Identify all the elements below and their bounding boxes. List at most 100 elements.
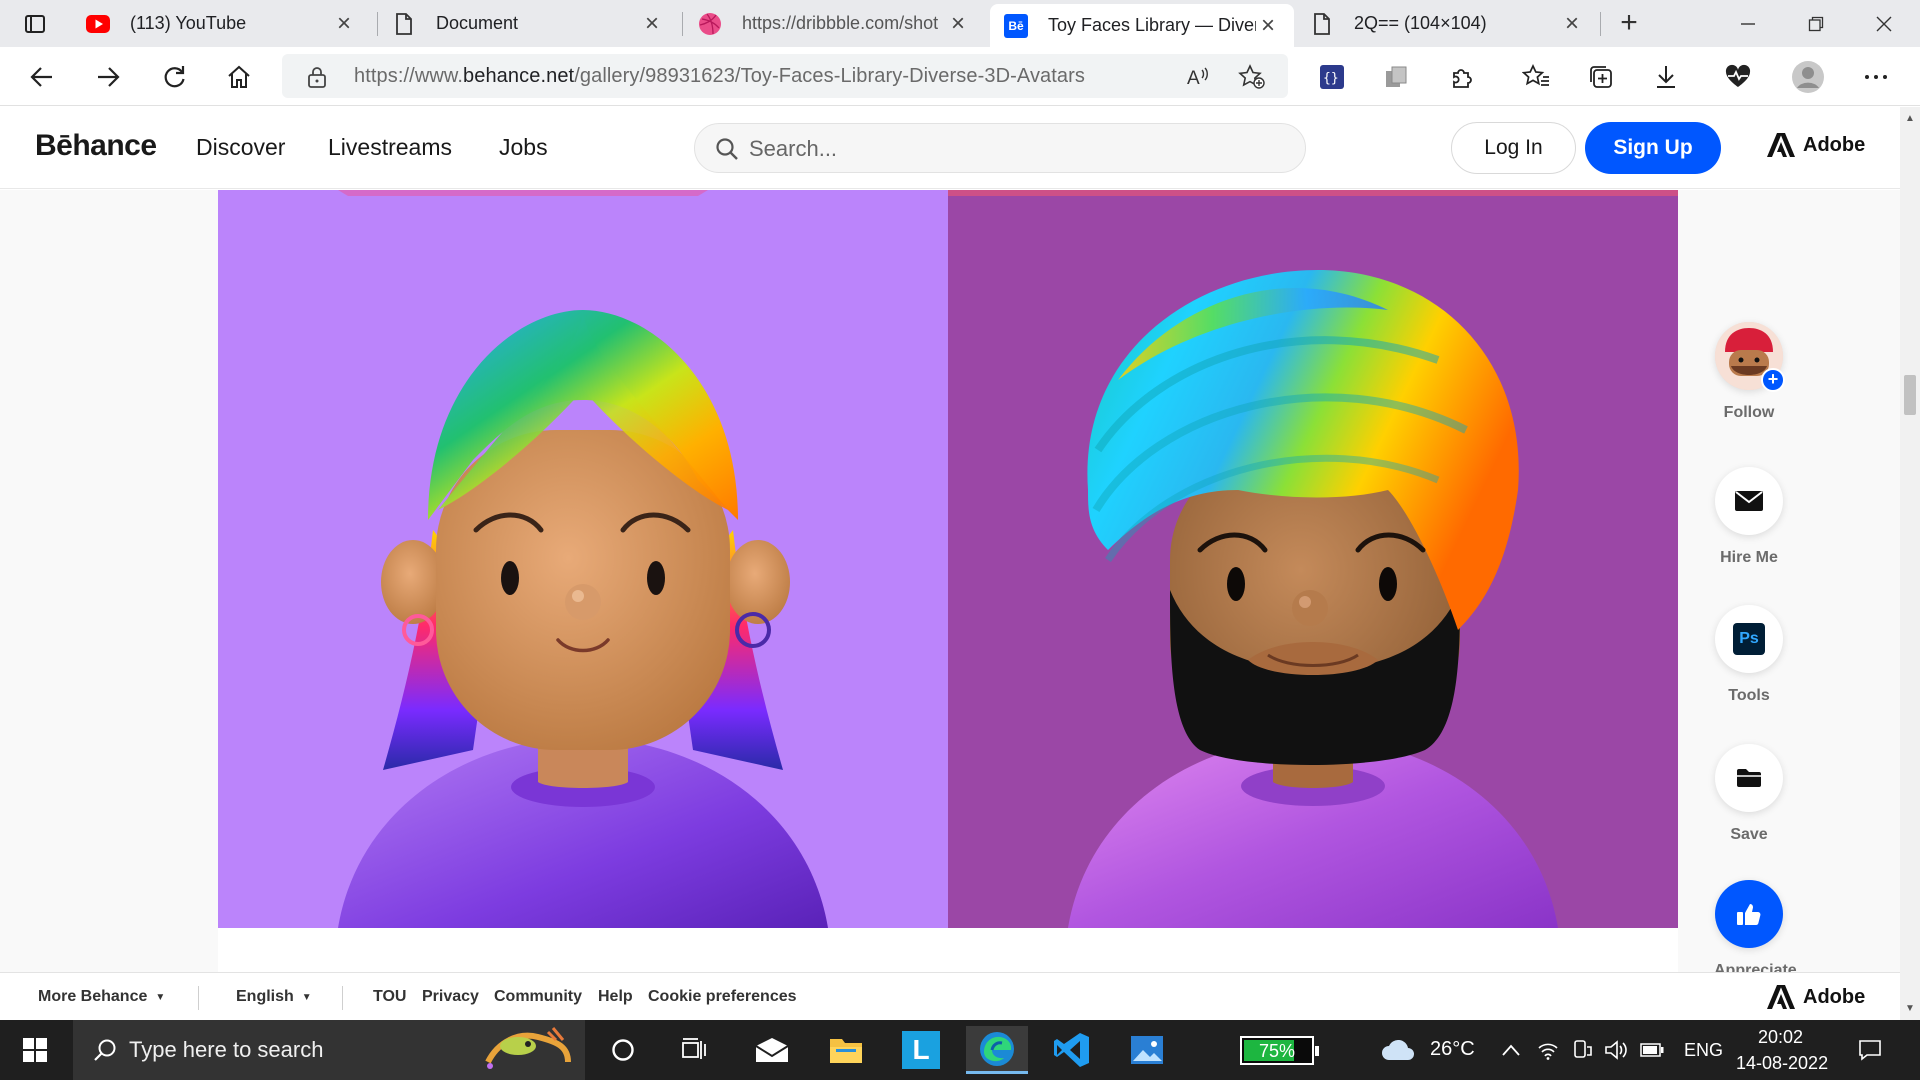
- appreciate-action[interactable]: Appreciate: [1714, 880, 1797, 972]
- browser-tab[interactable]: Document ×: [378, 0, 678, 47]
- behance-icon: Bē: [1004, 13, 1028, 38]
- start-button[interactable]: [0, 1020, 70, 1080]
- close-icon[interactable]: ×: [332, 10, 356, 37]
- close-icon[interactable]: ×: [1560, 10, 1584, 37]
- language-selector[interactable]: English ▼: [236, 988, 312, 1006]
- cortana-button[interactable]: [592, 1026, 654, 1074]
- svg-text:A: A: [1187, 68, 1200, 89]
- footer-link-community[interactable]: Community: [494, 988, 582, 1006]
- scroll-down-icon[interactable]: ▼: [1905, 1003, 1915, 1014]
- task-view-button[interactable]: [663, 1026, 725, 1074]
- arrow-right-icon: [98, 67, 120, 87]
- creator-avatar[interactable]: +: [1715, 322, 1785, 392]
- taskbar-search[interactable]: Type here to search: [73, 1020, 585, 1080]
- browser-essentials-button[interactable]: [1718, 57, 1758, 97]
- footer-link-help[interactable]: Help: [598, 988, 633, 1006]
- photos-app[interactable]: [1116, 1026, 1178, 1074]
- footer-separator: [342, 986, 343, 1010]
- favorites-button[interactable]: [1516, 57, 1556, 97]
- battery-icon[interactable]: [1640, 1038, 1664, 1062]
- tab-separator: [682, 12, 683, 36]
- mail-app[interactable]: [741, 1026, 803, 1074]
- weather-temperature[interactable]: 26°C: [1430, 1038, 1475, 1061]
- login-button[interactable]: Log In: [1451, 122, 1576, 174]
- clock-date[interactable]: 14-08-2022: [1736, 1053, 1828, 1074]
- project-image-right[interactable]: [948, 190, 1678, 928]
- footer-link-tou[interactable]: TOU: [373, 988, 406, 1006]
- battery-meter-widget[interactable]: 75%: [1240, 1036, 1319, 1065]
- notifications-icon[interactable]: [1858, 1038, 1882, 1062]
- footer-link-privacy[interactable]: Privacy: [422, 988, 479, 1006]
- more-behance-menu[interactable]: More Behance ▼: [38, 988, 165, 1006]
- browser-tab-active[interactable]: Bē Toy Faces Library — Divers ×: [990, 4, 1294, 47]
- downloads-button[interactable]: [1646, 57, 1686, 97]
- vscode-app[interactable]: [1041, 1026, 1103, 1074]
- nav-livestreams[interactable]: Livestreams: [328, 134, 452, 161]
- close-icon[interactable]: ×: [946, 10, 970, 37]
- search-icon: [716, 138, 738, 160]
- close-window-button[interactable]: [1850, 0, 1918, 47]
- dribbble-icon: [698, 12, 722, 36]
- scroll-thumb[interactable]: [1904, 375, 1916, 415]
- hire-me-button[interactable]: [1715, 467, 1783, 535]
- close-icon: [1876, 16, 1892, 31]
- caret-down-icon: ▼: [155, 991, 166, 1003]
- signup-button[interactable]: Sign Up: [1585, 122, 1721, 174]
- back-button[interactable]: [22, 57, 62, 97]
- add-favorite-icon[interactable]: [1237, 62, 1267, 92]
- extensions-button[interactable]: [1442, 57, 1482, 97]
- cloud-weather-icon[interactable]: [1380, 1036, 1416, 1064]
- page-scrollbar[interactable]: ▲ ▼: [1900, 107, 1920, 1020]
- appreciate-button[interactable]: [1715, 880, 1783, 948]
- clock-time[interactable]: 20:02: [1758, 1027, 1803, 1048]
- avatar-woman-illustration: [338, 190, 828, 928]
- edge-app[interactable]: [966, 1026, 1028, 1074]
- behance-logo[interactable]: Bēhance: [35, 129, 157, 163]
- home-button[interactable]: [219, 57, 259, 97]
- scroll-up-icon[interactable]: ▲: [1905, 113, 1915, 124]
- forward-button[interactable]: [88, 57, 128, 97]
- url-text[interactable]: https://www.behance.net/gallery/98931623…: [354, 65, 1085, 88]
- input-language[interactable]: ENG: [1684, 1040, 1723, 1061]
- tools-button[interactable]: Ps: [1715, 605, 1783, 673]
- browser-tab[interactable]: (113) YouTube ×: [72, 0, 370, 47]
- tools-action[interactable]: Ps Tools: [1714, 605, 1784, 705]
- file-explorer-app[interactable]: [815, 1026, 877, 1074]
- address-bar[interactable]: https://www.behance.net/gallery/98931623…: [282, 54, 1288, 98]
- json-extension-icon: {}: [1320, 65, 1344, 89]
- minimize-button[interactable]: [1714, 0, 1782, 47]
- chevron-up-icon[interactable]: [1499, 1038, 1523, 1062]
- close-icon[interactable]: ×: [640, 10, 664, 37]
- footer-link-cookie-preferences[interactable]: Cookie preferences: [648, 988, 797, 1006]
- read-aloud-icon[interactable]: A: [1184, 62, 1214, 92]
- tab-actions-button[interactable]: [14, 9, 56, 39]
- footer-separator: [198, 986, 199, 1010]
- extension-button[interactable]: [1376, 57, 1416, 97]
- save-action[interactable]: Save: [1714, 744, 1784, 844]
- browser-toolbar: https://www.behance.net/gallery/98931623…: [0, 47, 1920, 106]
- hire-me-action[interactable]: Hire Me: [1714, 467, 1784, 567]
- adobe-link[interactable]: Adobe: [1767, 133, 1865, 157]
- browser-tab[interactable]: https://dribbble.com/shot ×: [684, 0, 984, 47]
- search-input[interactable]: [749, 132, 1269, 166]
- profile-button[interactable]: [1788, 57, 1828, 97]
- volume-icon[interactable]: [1604, 1038, 1628, 1062]
- refresh-button[interactable]: [154, 57, 194, 97]
- footer-adobe-link[interactable]: Adobe: [1767, 985, 1865, 1009]
- close-icon[interactable]: ×: [1256, 12, 1280, 39]
- new-tab-button[interactable]: +: [1612, 8, 1646, 40]
- document-icon: [1310, 12, 1334, 36]
- browser-tab[interactable]: 2Q== (104×104) ×: [1296, 0, 1598, 47]
- nav-jobs[interactable]: Jobs: [499, 134, 548, 161]
- restore-button[interactable]: [1782, 0, 1850, 47]
- wifi-icon[interactable]: [1536, 1038, 1560, 1062]
- nav-discover[interactable]: Discover: [196, 134, 285, 161]
- json-extension-button[interactable]: {}: [1312, 57, 1352, 97]
- save-button[interactable]: [1715, 744, 1783, 812]
- device-icon[interactable]: [1570, 1038, 1594, 1062]
- launcher-app[interactable]: L: [890, 1026, 952, 1074]
- more-menu-button[interactable]: [1856, 57, 1896, 97]
- collections-button[interactable]: [1581, 57, 1621, 97]
- project-image-left[interactable]: [218, 190, 948, 928]
- follow-action[interactable]: + Follow: [1714, 322, 1785, 422]
